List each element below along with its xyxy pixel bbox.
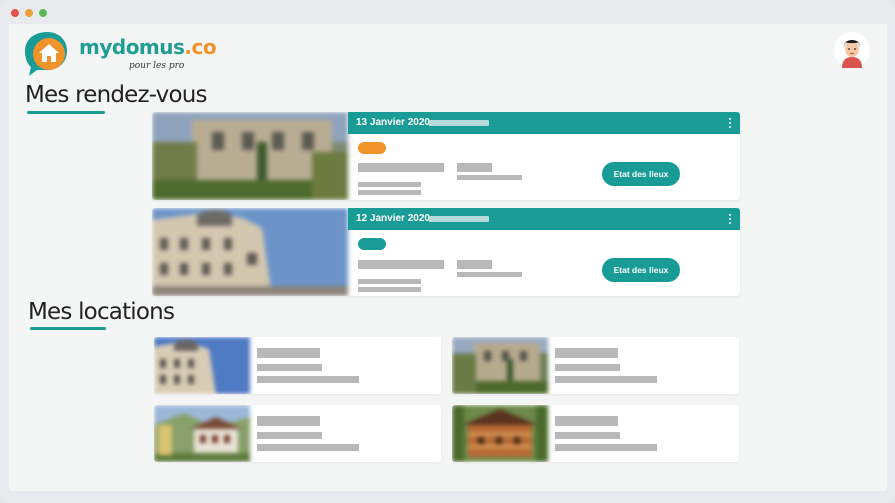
location-card[interactable] xyxy=(452,405,739,462)
text-placeholder xyxy=(257,364,322,371)
more-options-icon[interactable] xyxy=(726,116,734,130)
user-avatar-icon xyxy=(835,33,869,68)
parisian-building-photo xyxy=(152,208,348,296)
etat-des-lieux-button[interactable]: Etat des lieux xyxy=(602,162,680,186)
browser-window: mydomus.co pour les pro Mes rendez-vous xyxy=(0,0,895,503)
stone-house-garden-photo xyxy=(452,337,548,394)
locations-title-underline xyxy=(30,327,106,330)
appointment-date: 13 Janvier 2020 xyxy=(356,117,430,128)
alpine-chalet-photo xyxy=(154,405,250,462)
appointment-time-placeholder xyxy=(429,216,489,222)
minimize-window-dot[interactable] xyxy=(25,9,33,17)
status-badge xyxy=(358,238,386,250)
text-placeholder xyxy=(555,432,620,439)
parisian-building-photo xyxy=(154,337,250,394)
text-placeholder xyxy=(555,416,618,426)
appointment-header: 12 Janvier 2020 xyxy=(348,208,740,230)
text-placeholder xyxy=(358,260,444,269)
text-placeholder xyxy=(257,432,322,439)
text-placeholder xyxy=(358,287,421,292)
text-placeholder xyxy=(555,376,657,383)
brand-tagline: pour les pro xyxy=(129,61,185,71)
text-placeholder xyxy=(555,348,618,358)
appointments-title: Mes rendez-vous xyxy=(25,82,208,108)
brand-logo[interactable]: mydomus.co pour les pro xyxy=(19,29,217,77)
appointment-card[interactable]: 13 Janvier 2020 Etat des lieux xyxy=(152,112,740,200)
text-placeholder xyxy=(257,444,359,451)
appointment-card[interactable]: 12 Janvier 2020 Etat des lieux xyxy=(152,208,740,296)
brand-name-main: mydomus xyxy=(79,35,185,59)
more-options-icon[interactable] xyxy=(726,212,734,226)
house-chat-logo-icon xyxy=(25,32,67,76)
text-placeholder xyxy=(555,444,657,451)
text-placeholder xyxy=(358,279,421,284)
app-page: mydomus.co pour les pro Mes rendez-vous xyxy=(9,24,887,491)
text-placeholder xyxy=(457,272,522,277)
text-placeholder xyxy=(457,260,492,269)
locations-title: Mes locations xyxy=(28,299,175,325)
brand-name-suffix: .co xyxy=(184,35,217,59)
user-avatar[interactable] xyxy=(834,32,870,68)
location-card[interactable] xyxy=(154,337,441,394)
location-card[interactable] xyxy=(154,405,441,462)
window-controls xyxy=(11,9,47,17)
etat-des-lieux-button[interactable]: Etat des lieux xyxy=(602,258,680,282)
text-placeholder xyxy=(257,348,320,358)
text-placeholder xyxy=(457,163,492,172)
location-card[interactable] xyxy=(452,337,739,394)
maximize-window-dot[interactable] xyxy=(39,9,47,17)
close-window-dot[interactable] xyxy=(11,9,19,17)
text-placeholder xyxy=(257,416,320,426)
appointment-date: 12 Janvier 2020 xyxy=(356,213,430,224)
brand-name: mydomus.co xyxy=(79,35,217,59)
status-badge xyxy=(358,142,386,154)
text-placeholder xyxy=(555,364,620,371)
wooden-chalet-photo xyxy=(452,405,548,462)
appointment-header: 13 Janvier 2020 xyxy=(348,112,740,134)
text-placeholder xyxy=(358,182,421,187)
appointment-time-placeholder xyxy=(429,120,489,126)
appointments-title-underline xyxy=(27,111,105,114)
text-placeholder xyxy=(257,376,359,383)
house-stone-photo xyxy=(152,112,348,200)
text-placeholder xyxy=(358,163,444,172)
text-placeholder xyxy=(457,175,522,180)
text-placeholder xyxy=(358,190,421,195)
